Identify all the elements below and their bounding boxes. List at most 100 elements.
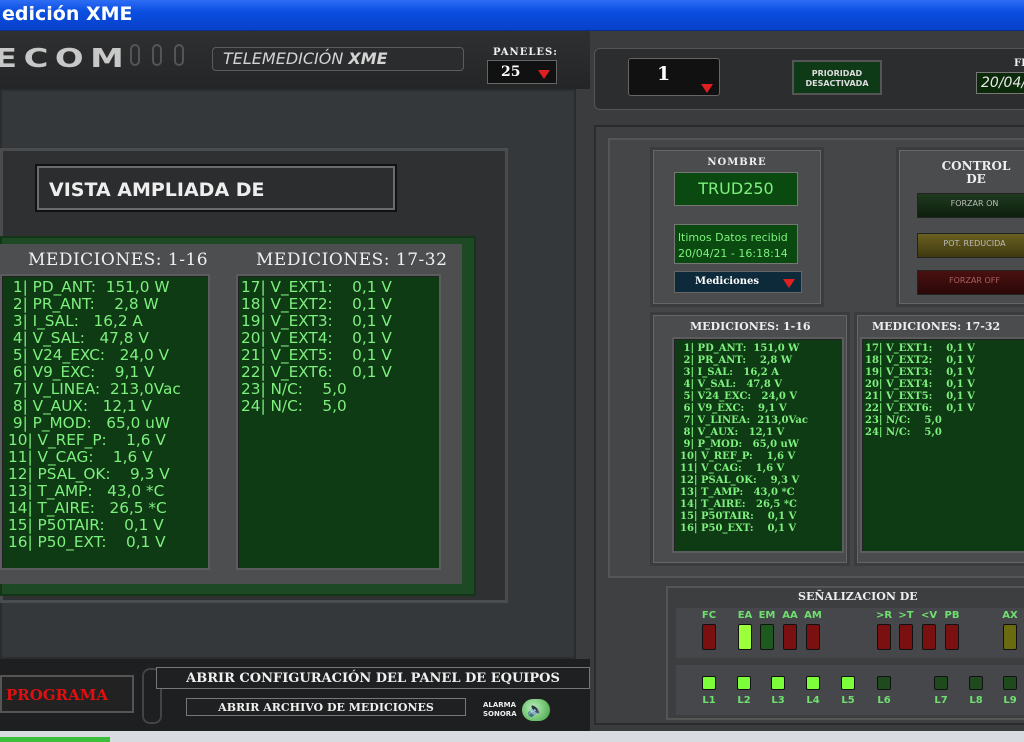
vista-ampliada-title: VISTA AMPLIADA DE — [35, 164, 397, 212]
measurement-row: 11| V_CAG: 1,6 V — [8, 448, 153, 466]
measurement-row: 20| V_EXT4: 0,1 V — [865, 379, 975, 390]
dropdown-arrow-icon — [538, 70, 550, 79]
signal-label: AM — [804, 610, 822, 621]
speaker-icon[interactable]: 🔈 — [521, 698, 551, 722]
mediciones-list-1-16: 1| PD_ANT: 151,0 W 2| PR_ANT: 2,8 W 3| I… — [0, 274, 210, 570]
measurement-row: 2| PR_ANT: 2,8 W — [8, 295, 159, 313]
line-label: L8 — [969, 695, 983, 706]
bottom-strip — [0, 731, 1024, 742]
alarma-sonora-label: ALARMA SONORA — [483, 701, 517, 719]
signal-led-indicator — [922, 624, 936, 650]
right-mediciones-1-16-title: MEDICIONES: 1-16 — [690, 320, 811, 333]
brand-logo: ECOM — [0, 44, 131, 74]
logo-decoration — [152, 44, 162, 66]
measurement-row: 1| PD_ANT: 151,0 W — [680, 343, 800, 354]
measurement-row: 22| V_EXT6: 0,1 V — [865, 403, 975, 414]
measurement-row: 18| V_EXT2: 0,1 V — [241, 295, 392, 313]
signal-label: FC — [701, 610, 717, 621]
fecha-value: 20/04/ — [976, 72, 1024, 94]
measurement-row: 4| V_SAL: 47,8 V — [8, 329, 149, 347]
mediciones-list-17-32: 17| V_EXT1: 0,1 V 18| V_EXT2: 0,1 V 19| V_… — [236, 274, 441, 570]
line-led-indicator — [841, 676, 855, 690]
measurement-row: 3| I_SAL: 16,2 A — [680, 367, 779, 378]
logo-decoration — [130, 44, 140, 66]
control-title: CONTROL DE — [920, 160, 1024, 186]
signal-led-indicator — [738, 624, 752, 650]
app-title-box: TELEMEDICIÓN XME — [212, 47, 464, 71]
app-title-suffix: XME — [348, 49, 388, 68]
line-label: L1 — [702, 695, 716, 706]
signal-led-indicator — [702, 624, 716, 650]
measurement-row: 5| V24_EXC: 24,0 V — [680, 391, 798, 402]
signal-panel — [676, 608, 1024, 658]
abrir-archivo-button[interactable]: ABRIR ARCHIVO DE MEDICIONES — [186, 698, 466, 716]
measurement-row: 7| V_LINEA: 213,0Vac — [8, 380, 181, 398]
paneles-label: PANELES: — [493, 47, 558, 58]
signal-label: PB — [944, 610, 960, 621]
line-led-indicator — [771, 676, 785, 690]
app-title-prefix: TELEMEDICIÓN — [223, 49, 344, 68]
signal-led-indicator — [783, 624, 797, 650]
prioridad-line1: PRIORIDAD — [811, 69, 863, 78]
programa-button[interactable]: PROGRAMA — [0, 675, 134, 713]
measurement-row: 10| V_REF_P: 1,6 V — [680, 451, 796, 462]
signal-led-indicator — [1003, 624, 1017, 650]
measurement-row: 12| PSAL_OK: 9,3 V — [8, 465, 170, 483]
measurement-row: 8| V_AUX: 12,1 V — [680, 427, 785, 438]
right-mediciones-17-32-title: MEDICIONES: 17-32 — [872, 320, 1001, 333]
window-title: edición XME — [2, 3, 133, 25]
abrir-configuracion-button[interactable]: ABRIR CONFIGURACIÓN DEL PANEL DE EQUIPOS — [156, 667, 590, 689]
taskbar-indicator — [0, 737, 110, 742]
prioridad-button[interactable]: PRIORIDAD DESACTIVADA — [792, 60, 882, 95]
measurement-row: 22| V_EXT6: 0,1 V — [241, 363, 392, 381]
forzar-off-button[interactable]: FORZAR OFF — [917, 270, 1024, 295]
control-title-line2: DE — [966, 172, 986, 186]
signal-led-indicator — [945, 624, 959, 650]
line-label: L5 — [841, 695, 855, 706]
measurement-row: 1| PD_ANT: 151,0 W — [8, 278, 170, 296]
measurement-row: 9| P_MOD: 65,0 uW — [8, 414, 170, 432]
ultimos-datos-box: ltimos Datos recibid 20/04/21 - 16:18:14 — [674, 224, 798, 264]
panel-selector-value: 1 — [657, 63, 671, 85]
line-led-indicator — [1003, 676, 1017, 690]
measurement-row: 23| N/C: 5,0 — [865, 415, 942, 426]
signal-led-indicator — [760, 624, 774, 650]
line-label: L4 — [806, 695, 820, 706]
paneles-value: 25 — [501, 64, 521, 80]
measurement-row: 4| V_SAL: 47,8 V — [680, 379, 783, 390]
ultimos-datos-value: 20/04/21 - 16:18:14 — [678, 247, 788, 260]
measurement-row: 19| V_EXT3: 0,1 V — [241, 312, 392, 330]
paneles-select[interactable]: 25 — [487, 60, 557, 84]
signal-label: AX — [1002, 610, 1018, 621]
line-led-indicator — [702, 676, 716, 690]
line-led-indicator — [806, 676, 820, 690]
lines-panel — [676, 665, 1024, 715]
pot-reducida-button[interactable]: POT. REDUCIDA — [917, 233, 1024, 258]
measurement-row: 18| V_EXT2: 0,1 V — [865, 355, 975, 366]
panel-selector[interactable]: 1 — [628, 58, 720, 96]
line-led-indicator — [877, 676, 891, 690]
line-label: L9 — [1003, 695, 1017, 706]
measurement-row: 17| V_EXT1: 0,1 V — [865, 343, 975, 354]
measurement-row: 21| V_EXT5: 0,1 V — [865, 391, 975, 402]
fecha-label: FE — [1014, 58, 1024, 69]
forzar-on-button[interactable]: FORZAR ON — [917, 193, 1024, 218]
measurement-row: 11| V_CAG: 1,6 V — [680, 463, 785, 474]
signal-led-indicator — [877, 624, 891, 650]
nombre-label: NOMBRE — [707, 157, 767, 168]
line-label: L2 — [737, 695, 751, 706]
mediciones-1-16-title: MEDICIONES: 1-16 — [28, 250, 209, 270]
line-label: L3 — [771, 695, 785, 706]
signal-led-indicator — [899, 624, 913, 650]
nombre-value: TRUD250 — [674, 172, 798, 206]
measurement-row: 5| V24_EXC: 24,0 V — [8, 346, 170, 364]
measurement-row: 13| T_AMP: 43,0 *C — [680, 487, 795, 498]
measurement-row: 3| I_SAL: 16,2 A — [8, 312, 143, 330]
measurement-row: 6| V9_EXC: 9,1 V — [8, 363, 155, 381]
mediciones-select[interactable]: Mediciones — [674, 271, 802, 293]
measurement-row: 19| V_EXT3: 0,1 V — [865, 367, 975, 378]
measurement-row: 2| PR_ANT: 2,8 W — [680, 355, 793, 366]
measurement-row: 12| PSAL_OK: 9,3 V — [680, 475, 800, 486]
signal-led-indicator — [806, 624, 820, 650]
measurement-row: 21| V_EXT5: 0,1 V — [241, 346, 392, 364]
